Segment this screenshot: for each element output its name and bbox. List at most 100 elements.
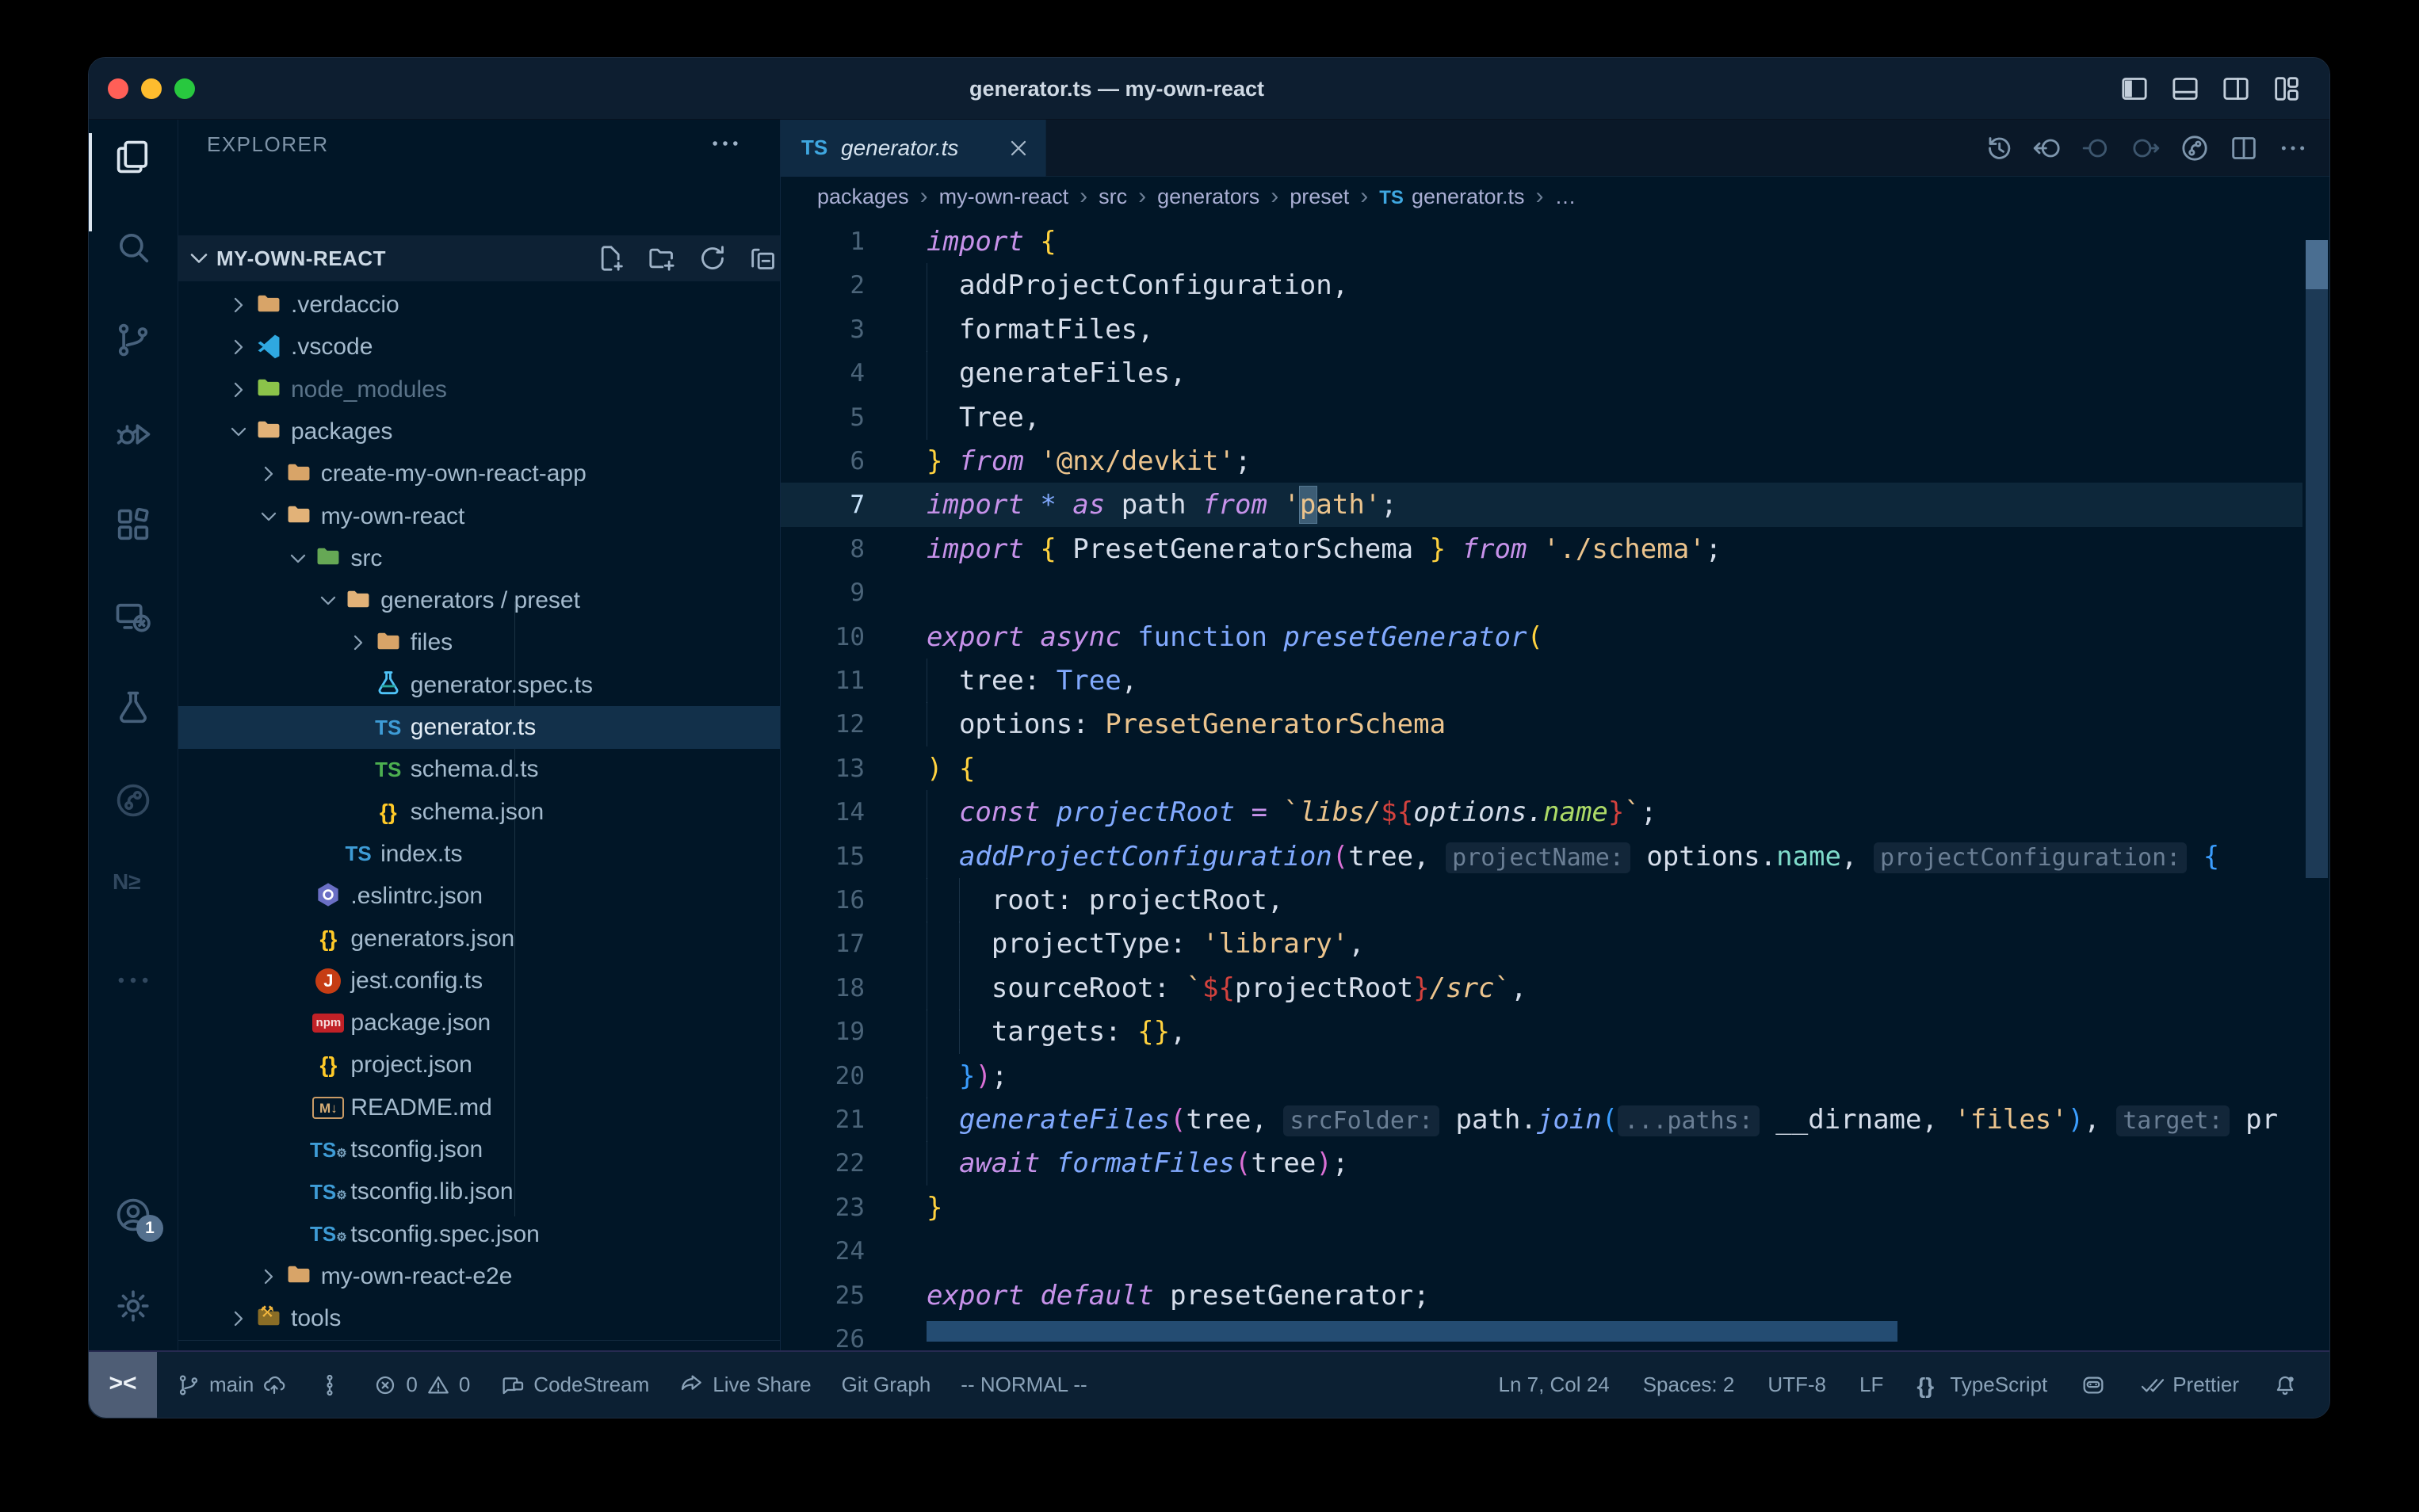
project-section-header[interactable]: MY-OWN-REACT — [178, 235, 780, 281]
tree-item-readme-md[interactable]: M↓README.md — [178, 1086, 780, 1129]
code-line-8[interactable]: import { PresetGeneratorSchema } from '.… — [927, 527, 2302, 571]
tree-item-tools[interactable]: ⚒tools — [178, 1297, 780, 1340]
code-line-23[interactable]: } — [927, 1186, 2302, 1230]
files-icon[interactable] — [113, 136, 154, 178]
layout-sidebar-left-icon[interactable] — [2119, 73, 2150, 105]
breadcrumb-item[interactable]: my-own-react — [939, 185, 1069, 209]
tree-item-tsconfig-json[interactable]: TS⚙tsconfig.json — [178, 1128, 780, 1171]
tree-item-schema-d-ts[interactable]: TSschema.d.ts — [178, 748, 780, 791]
code-line-6[interactable]: } from '@nx/devkit'; — [927, 439, 2302, 483]
more-actions-icon[interactable] — [2277, 132, 2309, 164]
tree-item-project-json[interactable]: {}project.json — [178, 1044, 780, 1086]
code-line-18[interactable]: sourceRoot: `${projectRoot}/src`, — [927, 966, 2302, 1010]
status-item[interactable] — [317, 1373, 342, 1398]
breadcrumb-item[interactable]: preset — [1290, 185, 1349, 209]
code-line-15[interactable]: addProjectConfiguration(tree, projectNam… — [927, 834, 2302, 879]
tree-item-index-ts[interactable]: TSindex.ts — [178, 833, 780, 876]
more-views-icon[interactable] — [113, 960, 154, 1001]
status-item[interactable]: -- NORMAL -- — [961, 1373, 1087, 1397]
code-line-10[interactable]: export async function presetGenerator( — [927, 615, 2302, 659]
next-change-icon[interactable] — [2130, 132, 2161, 164]
status-item[interactable]: Live Share — [679, 1373, 811, 1398]
status-item[interactable]: {}TypeScript — [1916, 1373, 2047, 1398]
status-item[interactable]: Prettier — [2139, 1373, 2239, 1398]
prev-change-icon[interactable] — [2081, 132, 2112, 164]
run-debug-icon[interactable] — [113, 414, 154, 455]
search-icon[interactable] — [113, 227, 154, 268]
nx-console-icon[interactable]: N≥ — [113, 869, 154, 910]
refresh-icon[interactable] — [697, 242, 728, 274]
tree-item-files[interactable]: files — [178, 621, 780, 664]
layout-grid-icon[interactable] — [2271, 73, 2302, 105]
code-line-26[interactable] — [927, 1317, 2302, 1350]
tree-item-generator-ts[interactable]: TSgenerator.ts — [178, 706, 780, 749]
tree-item-jest-config-ts[interactable]: Jjest.config.ts — [178, 960, 780, 1002]
status-item[interactable]: CodeStream — [500, 1373, 649, 1398]
tree-item--eslintrc-json[interactable]: .eslintrc.json — [178, 875, 780, 918]
history-icon[interactable] — [1982, 132, 2014, 164]
status-item[interactable]: 00 — [373, 1373, 470, 1398]
status-item[interactable]: UTF-8 — [1767, 1373, 1826, 1397]
tree-item-my-own-react-e2e[interactable]: my-own-react-e2e — [178, 1255, 780, 1298]
new-folder-icon[interactable] — [646, 242, 678, 274]
status-item[interactable]: main — [176, 1373, 287, 1398]
tree-item-tsconfig-spec-json[interactable]: TS⚙tsconfig.spec.json — [178, 1213, 780, 1256]
close-window-button[interactable] — [108, 78, 128, 99]
code-line-21[interactable]: generateFiles(tree, srcFolder: path.join… — [927, 1098, 2302, 1142]
tree-item--vscode[interactable]: .vscode — [178, 326, 780, 368]
nav-back-icon[interactable] — [2031, 132, 2063, 164]
status-item[interactable]: LF — [1859, 1373, 1883, 1397]
tree-item-generators-json[interactable]: {}generators.json — [178, 918, 780, 960]
tree-item-my-own-react[interactable]: my-own-react — [178, 495, 780, 538]
code-line-19[interactable]: targets: {}, — [927, 1010, 2302, 1054]
tree-item-generator-spec-ts[interactable]: generator.spec.ts — [178, 664, 780, 707]
code-line-7[interactable]: import * as path from 'path'; — [927, 483, 2302, 527]
new-file-icon[interactable] — [595, 242, 627, 274]
code-line-16[interactable]: root: projectRoot, — [927, 878, 2302, 922]
code-line-9[interactable] — [927, 571, 2302, 615]
outline-section[interactable]: OUTLINE — [178, 1340, 780, 1350]
tree-item-tsconfig-lib-json[interactable]: TS⚙tsconfig.lib.json — [178, 1170, 780, 1213]
minimize-window-button[interactable] — [141, 78, 162, 99]
layout-sidebar-right-icon[interactable] — [2220, 73, 2252, 105]
code-line-4[interactable]: generateFiles, — [927, 351, 2302, 395]
close-tab-icon[interactable] — [1006, 136, 1031, 161]
git-graph-ext-icon[interactable] — [113, 780, 154, 821]
test-beaker-icon[interactable] — [113, 687, 154, 728]
code-line-17[interactable]: projectType: 'library', — [927, 922, 2302, 966]
remote-indicator[interactable]: >< — [89, 1352, 157, 1418]
tree-item-create-my-own-react-app[interactable]: create-my-own-react-app — [178, 452, 780, 495]
status-item[interactable]: Ln 7, Col 24 — [1498, 1373, 1609, 1397]
code-line-24[interactable] — [927, 1229, 2302, 1273]
code-line-22[interactable]: await formatFiles(tree); — [927, 1141, 2302, 1186]
status-item[interactable]: Git Graph — [842, 1373, 931, 1397]
breadcrumb-item[interactable]: … — [1555, 185, 1576, 209]
code-line-11[interactable]: tree: Tree, — [927, 659, 2302, 703]
settings-gear-icon[interactable] — [113, 1285, 154, 1327]
code-line-2[interactable]: addProjectConfiguration, — [927, 263, 2302, 307]
code-line-20[interactable]: }); — [927, 1054, 2302, 1098]
status-item[interactable]: Spaces: 2 — [1643, 1373, 1735, 1397]
code-line-25[interactable]: export default presetGenerator; — [927, 1273, 2302, 1318]
code-line-5[interactable]: Tree, — [927, 395, 2302, 440]
account-icon[interactable]: 1 — [113, 1194, 154, 1235]
code-editor[interactable]: 1import {2 addProjectConfiguration,3 for… — [781, 216, 2329, 1350]
remote-explorer-icon[interactable] — [113, 598, 154, 639]
explorer-more-actions-icon[interactable] — [708, 126, 743, 161]
tree-item-generators-preset[interactable]: generators / preset — [178, 579, 780, 622]
source-control-icon[interactable] — [113, 319, 154, 361]
breadcrumb-item[interactable]: generators — [1157, 185, 1259, 209]
code-line-1[interactable]: import { — [927, 220, 2302, 264]
vertical-scrollbar[interactable] — [2306, 240, 2328, 878]
tree-item-packages[interactable]: packages — [178, 410, 780, 453]
code-line-3[interactable]: formatFiles, — [927, 307, 2302, 352]
status-item[interactable] — [2272, 1373, 2298, 1398]
status-item[interactable] — [2081, 1373, 2106, 1398]
tree-item-schema-json[interactable]: {}schema.json — [178, 791, 780, 834]
maximize-window-button[interactable] — [174, 78, 195, 99]
breadcrumb-item[interactable]: src — [1099, 185, 1127, 209]
tree-item-node-modules[interactable]: node_modules — [178, 368, 780, 411]
extensions-icon[interactable] — [113, 505, 154, 546]
breadcrumb-item[interactable]: TSgenerator.ts — [1379, 185, 1524, 209]
code-line-13[interactable]: ) { — [927, 746, 2302, 791]
